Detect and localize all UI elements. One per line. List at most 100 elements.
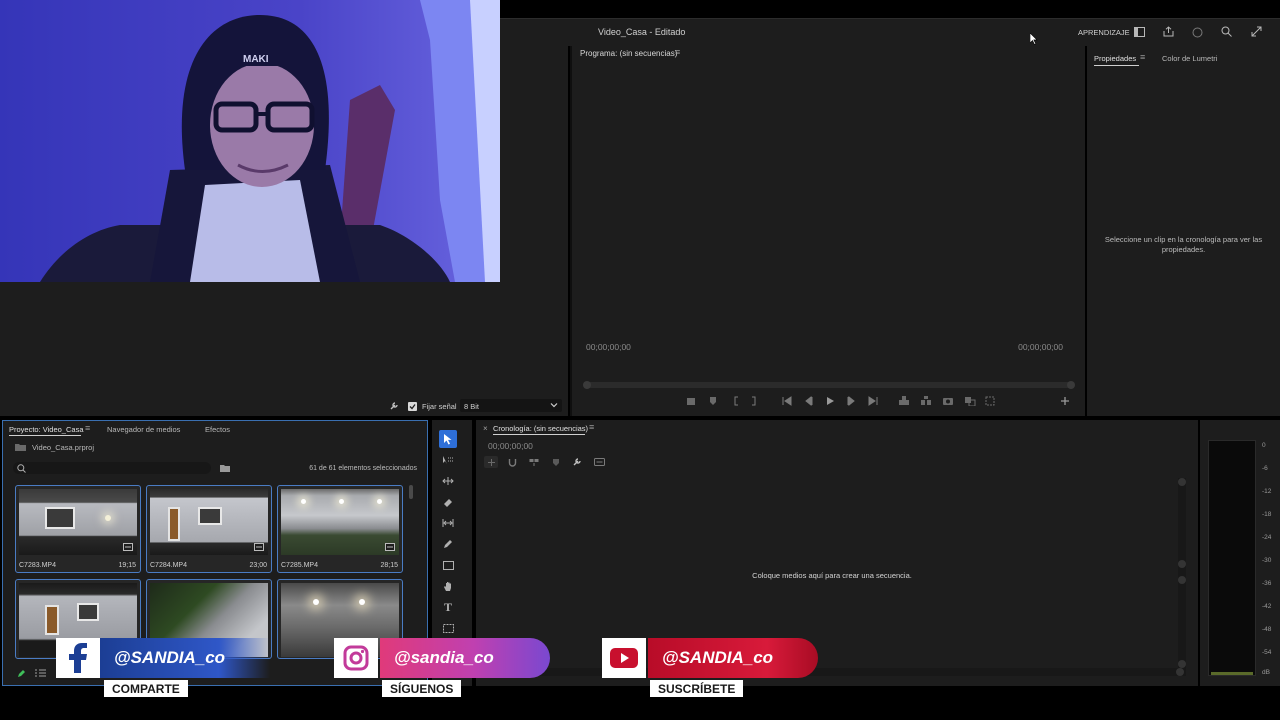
db-tick-label: 0 (1262, 442, 1266, 449)
hand-tool-icon[interactable] (439, 577, 457, 595)
scroll-handle-top[interactable] (1178, 478, 1186, 486)
wall-light-shape (313, 599, 319, 605)
window-title: Video_Casa - Editado (598, 27, 686, 37)
captions-icon[interactable] (594, 458, 605, 468)
facebook-icon[interactable] (56, 638, 100, 678)
rectangle-tool-icon[interactable] (439, 556, 457, 574)
search-icon (17, 464, 26, 475)
add-marker-icon[interactable] (708, 396, 718, 406)
db-tick-label: -18 (1262, 511, 1272, 518)
workspace-layout-icon[interactable] (1133, 26, 1145, 38)
razor-tool-icon[interactable] (439, 493, 457, 511)
add-marker-icon[interactable] (552, 458, 560, 469)
tab-program[interactable]: Programa: (sin secuencias) (580, 49, 677, 58)
step-forward-icon[interactable] (846, 396, 856, 406)
new-bin-icon[interactable] (220, 464, 230, 474)
playhead-timecode[interactable]: 00;00;00;00 (586, 342, 631, 352)
selection-tool-icon[interactable] (439, 430, 457, 448)
wall-light-shape (377, 499, 382, 504)
facebook-cta-label: COMPARTE (104, 680, 188, 697)
fullscreen-icon[interactable] (1250, 25, 1262, 37)
scrubber-start-handle[interactable] (583, 381, 591, 389)
close-icon[interactable]: × (483, 424, 488, 433)
step-back-icon[interactable] (804, 396, 814, 406)
clip-duration: 19;15 (118, 562, 136, 569)
scroll-handle-mid[interactable] (1178, 560, 1186, 568)
type-tool-icon[interactable]: T (439, 598, 457, 616)
share-icon[interactable] (1162, 25, 1174, 37)
project-scrollbar[interactable] (409, 485, 413, 499)
instagram-icon[interactable] (334, 638, 378, 678)
youtube-icon[interactable] (602, 638, 646, 678)
play-icon[interactable] (825, 396, 835, 406)
pen-tool-icon[interactable] (439, 535, 457, 553)
search-input[interactable] (13, 462, 211, 474)
selection-count: 61 de 61 elementos seleccionados (309, 465, 417, 472)
panel-menu-icon[interactable]: ≡ (675, 47, 680, 57)
bit-depth-select[interactable]: 8 Bit (460, 399, 562, 412)
webcam-video-frame: MAKI (0, 0, 500, 282)
panel-menu-icon[interactable]: ≡ (85, 423, 90, 433)
tab-project[interactable]: Proyecto: Video_Casa (9, 425, 84, 434)
bit-depth-value: 8 Bit (464, 402, 480, 411)
search-icon[interactable] (1220, 25, 1232, 37)
program-scrubber[interactable] (583, 381, 1075, 389)
tab-effects[interactable]: Efectos (205, 425, 230, 434)
svg-text:MAKI: MAKI (243, 54, 269, 65)
snap-magnet-icon[interactable] (508, 458, 517, 469)
instagram-handle: @sandia_co (380, 638, 550, 678)
youtube-handle: @SANDIA_co (648, 638, 818, 678)
insert-sequence-nest-icon[interactable] (484, 456, 498, 468)
clip-name: C7284.MP4 (150, 562, 187, 569)
status-circle-icon[interactable] (1191, 26, 1203, 38)
scroll-handle-mid[interactable] (1178, 576, 1186, 584)
clip-preview-image (19, 489, 137, 555)
remove-marker-icon[interactable] (686, 396, 696, 406)
scrubber-end-handle[interactable] (1067, 381, 1075, 389)
mark-out-icon[interactable] (750, 396, 758, 406)
program-monitor-panel: Programa: (sin secuencias) ≡ 00;00;00;00… (570, 46, 1085, 416)
wrench-icon[interactable] (572, 457, 582, 469)
fix-signal-checkbox[interactable] (408, 402, 417, 411)
clip-name: C7285.MP4 (281, 562, 318, 569)
linked-selection-icon[interactable] (529, 458, 539, 469)
window-shape (77, 603, 99, 621)
clip-thumbnail[interactable]: C7283.MP4 19;15 (15, 485, 141, 573)
panel-menu-icon[interactable]: ≡ (589, 422, 594, 432)
go-to-in-icon[interactable] (782, 396, 792, 406)
facebook-handle: @SANDIA_co (100, 638, 270, 678)
db-tick-label: -6 (1262, 465, 1268, 472)
tab-properties[interactable]: Propiedades (1094, 54, 1136, 63)
webcam-overlay: MAKI (0, 0, 500, 282)
tab-lumetri-color[interactable]: Color de Lumetri (1162, 54, 1217, 63)
clip-thumbnail[interactable]: C7285.MP4 28;15 (277, 485, 403, 573)
timeline-timecode[interactable]: 00;00;00;00 (488, 441, 533, 451)
sequence-badge-icon (385, 543, 395, 553)
door-shape (168, 507, 180, 541)
db-tick-label: -36 (1262, 580, 1272, 587)
instagram-cta-label: SÍGUENOS (382, 680, 462, 697)
ripple-edit-tool-icon[interactable] (439, 472, 457, 490)
clip-preview-image (150, 489, 268, 555)
mark-in-icon[interactable] (732, 396, 740, 406)
add-button-icon[interactable] (1060, 396, 1070, 406)
extract-icon[interactable] (920, 396, 932, 406)
panel-menu-icon[interactable]: ≡ (1140, 52, 1145, 62)
track-select-tool-icon[interactable] (439, 451, 457, 469)
comparison-view-icon[interactable] (964, 396, 976, 406)
proxy-toggle-icon[interactable] (984, 396, 996, 406)
learn-button[interactable]: APRENDIZAJE (1078, 28, 1130, 37)
wall-light-shape (105, 515, 111, 521)
timeline-toolbar (484, 456, 614, 468)
clip-thumbnail[interactable]: C7284.MP4 23;00 (146, 485, 272, 573)
export-frame-icon[interactable] (942, 396, 954, 406)
go-to-out-icon[interactable] (868, 396, 878, 406)
wrench-icon[interactable] (389, 401, 399, 411)
slip-tool-icon[interactable] (439, 514, 457, 532)
tab-timeline[interactable]: Cronología: (sin secuencias) (493, 424, 588, 433)
lift-icon[interactable] (898, 396, 910, 406)
tab-media-browser[interactable]: Navegador de medios (107, 425, 180, 434)
clip-name: C7283.MP4 (19, 562, 56, 569)
sequence-badge-icon (123, 543, 133, 553)
wall-light-shape (339, 499, 344, 504)
